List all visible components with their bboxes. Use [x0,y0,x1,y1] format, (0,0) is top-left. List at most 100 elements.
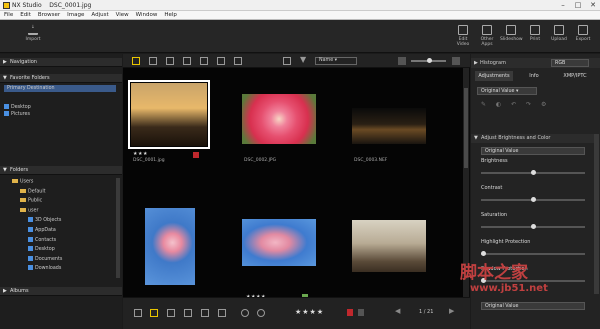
menu-bar: File Edit Browser Image Adjust View Window Help [0,11,600,20]
import-button[interactable]: ↓ Import [22,23,44,42]
thumbnail[interactable] [128,80,210,149]
tree-item[interactable]: Contacts [28,236,56,243]
favorites-header[interactable]: ▼ Favorite Folders [0,74,122,83]
main-toolbar: ↓ Import Edit Video Other Apps Slideshow… [0,20,600,53]
thumbnail[interactable] [242,94,316,144]
thumbnail[interactable] [145,208,195,285]
maximize-button[interactable]: □ [571,0,585,11]
favorite-pictures[interactable]: Pictures [4,111,30,117]
adjust-slider[interactable] [481,170,585,175]
menu-adjust[interactable]: Adjust [91,12,108,18]
slider-label: Highlight Protection [481,239,531,245]
close-button[interactable]: ✕ [586,0,600,11]
map-view-icon[interactable] [166,57,174,65]
filmstrip-icon[interactable] [183,57,191,65]
rotate-ccw-icon[interactable] [241,309,249,317]
menu-edit[interactable]: Edit [20,12,31,18]
next-page-icon[interactable]: ▶ [449,307,454,315]
menu-image[interactable]: Image [67,12,84,18]
tree-item[interactable]: AppData [28,227,56,233]
split-view-icon[interactable] [217,57,225,65]
edit-video-button[interactable]: Edit Video [452,23,474,47]
slider-knob[interactable] [530,224,536,229]
folders-header[interactable]: ▼ Folders [0,166,122,175]
side-by-side-icon[interactable] [234,57,242,65]
sort-dropdown[interactable]: Name ▾ [315,57,357,65]
tree-item-label: AppData [35,228,56,233]
minimize-button[interactable]: – [556,0,570,11]
fullscreen-icon[interactable] [184,309,192,317]
menu-help[interactable]: Help [164,12,177,18]
slideshow-button[interactable]: Slideshow [500,23,523,42]
slider-knob[interactable] [530,197,536,202]
grid-scroll-thumb[interactable] [464,88,468,168]
thumbnail[interactable] [242,219,316,266]
tree-item[interactable]: 3D Objects [28,217,61,223]
navigation-header[interactable]: ▶ Navigation [0,58,122,67]
rotate-left-icon[interactable] [134,309,142,317]
adjust-slider[interactable] [481,197,585,202]
rating-stars[interactable]: ★★★★ [295,308,324,316]
adjust-scrollbar[interactable] [594,134,599,294]
zoom-in-button[interactable] [452,57,460,65]
tree-item[interactable]: Users [12,179,33,185]
thumbnail[interactable] [352,220,426,272]
adjust-slider[interactable] [481,224,585,229]
tree-item[interactable]: Desktop [28,246,55,252]
section-preset-dropdown[interactable]: Original Value [481,147,585,155]
compare-icon[interactable] [200,57,208,65]
histogram-mode-dropdown[interactable]: RGB [551,59,589,67]
primary-destination[interactable]: Primary Destination [4,85,116,92]
menu-file[interactable]: File [4,12,13,18]
browser-toolbar: ▼ Name ▾ [123,54,470,68]
adjust-slider[interactable] [481,251,585,256]
tree-item[interactable]: user [20,207,38,213]
tab-info[interactable]: Info [515,71,553,81]
prev-page-icon[interactable]: ◀ [395,307,400,315]
zoom-out-button[interactable] [398,57,406,65]
other-apps-button[interactable]: Other Apps [476,23,498,47]
pin-icon[interactable] [218,309,226,317]
brightness-section-header[interactable]: ▼ Adjust Brightness and Color [471,134,594,143]
favorite-desktop[interactable]: Desktop [4,104,31,110]
thumbnail-rating[interactable]: ★★★ [133,151,148,157]
adjust-tools-row[interactable]: ✎ ◐ ↶ ↷ ⚙ [481,101,550,108]
slider-label: Contrast [481,185,503,191]
zoom-slider[interactable] [411,58,446,63]
thumbnail[interactable] [352,108,426,144]
tree-scrollbar[interactable] [116,178,120,278]
filter-icon[interactable]: ▼ [300,55,306,64]
special-folder-icon [28,227,33,232]
sync-icon[interactable] [283,57,291,65]
bottom-preset-dropdown[interactable]: Original Value [481,302,585,310]
upload-button[interactable]: Upload [548,23,570,42]
albums-header[interactable]: ▶ Albums [0,287,122,296]
reject-flag-icon[interactable] [193,152,199,158]
red-flag-icon[interactable] [347,309,353,316]
label-icon[interactable] [150,309,158,317]
zoom-knob[interactable] [427,58,432,63]
compare-bottom-icon[interactable] [167,309,175,317]
print-icon [530,25,540,35]
rotate-cw-icon[interactable] [257,309,265,317]
tree-item[interactable]: Documents [28,255,62,262]
slider-knob[interactable] [481,251,486,256]
menu-browser[interactable]: Browser [38,12,60,18]
tree-item[interactable]: Default [20,188,46,194]
tree-item[interactable]: Public [20,198,42,204]
preset-dropdown[interactable]: Original Value ▾ [477,87,537,95]
list-view-icon[interactable] [149,57,157,65]
tree-item[interactable]: Downloads [28,265,61,271]
tag-icon[interactable] [358,309,364,316]
tab-xmp-iptc[interactable]: XMP/IPTC [555,71,595,81]
tab-adjustments[interactable]: Adjustments [475,71,513,81]
grid-view-icon[interactable] [132,57,140,65]
menu-view[interactable]: View [116,12,129,18]
export-icon [578,25,588,35]
print-button[interactable]: Print [524,23,546,42]
slider-knob[interactable] [530,170,536,175]
export-button[interactable]: Export [572,23,594,42]
histogram-toggle-icon[interactable] [201,309,209,317]
special-folder-icon [28,246,33,252]
menu-window[interactable]: Window [136,12,158,18]
